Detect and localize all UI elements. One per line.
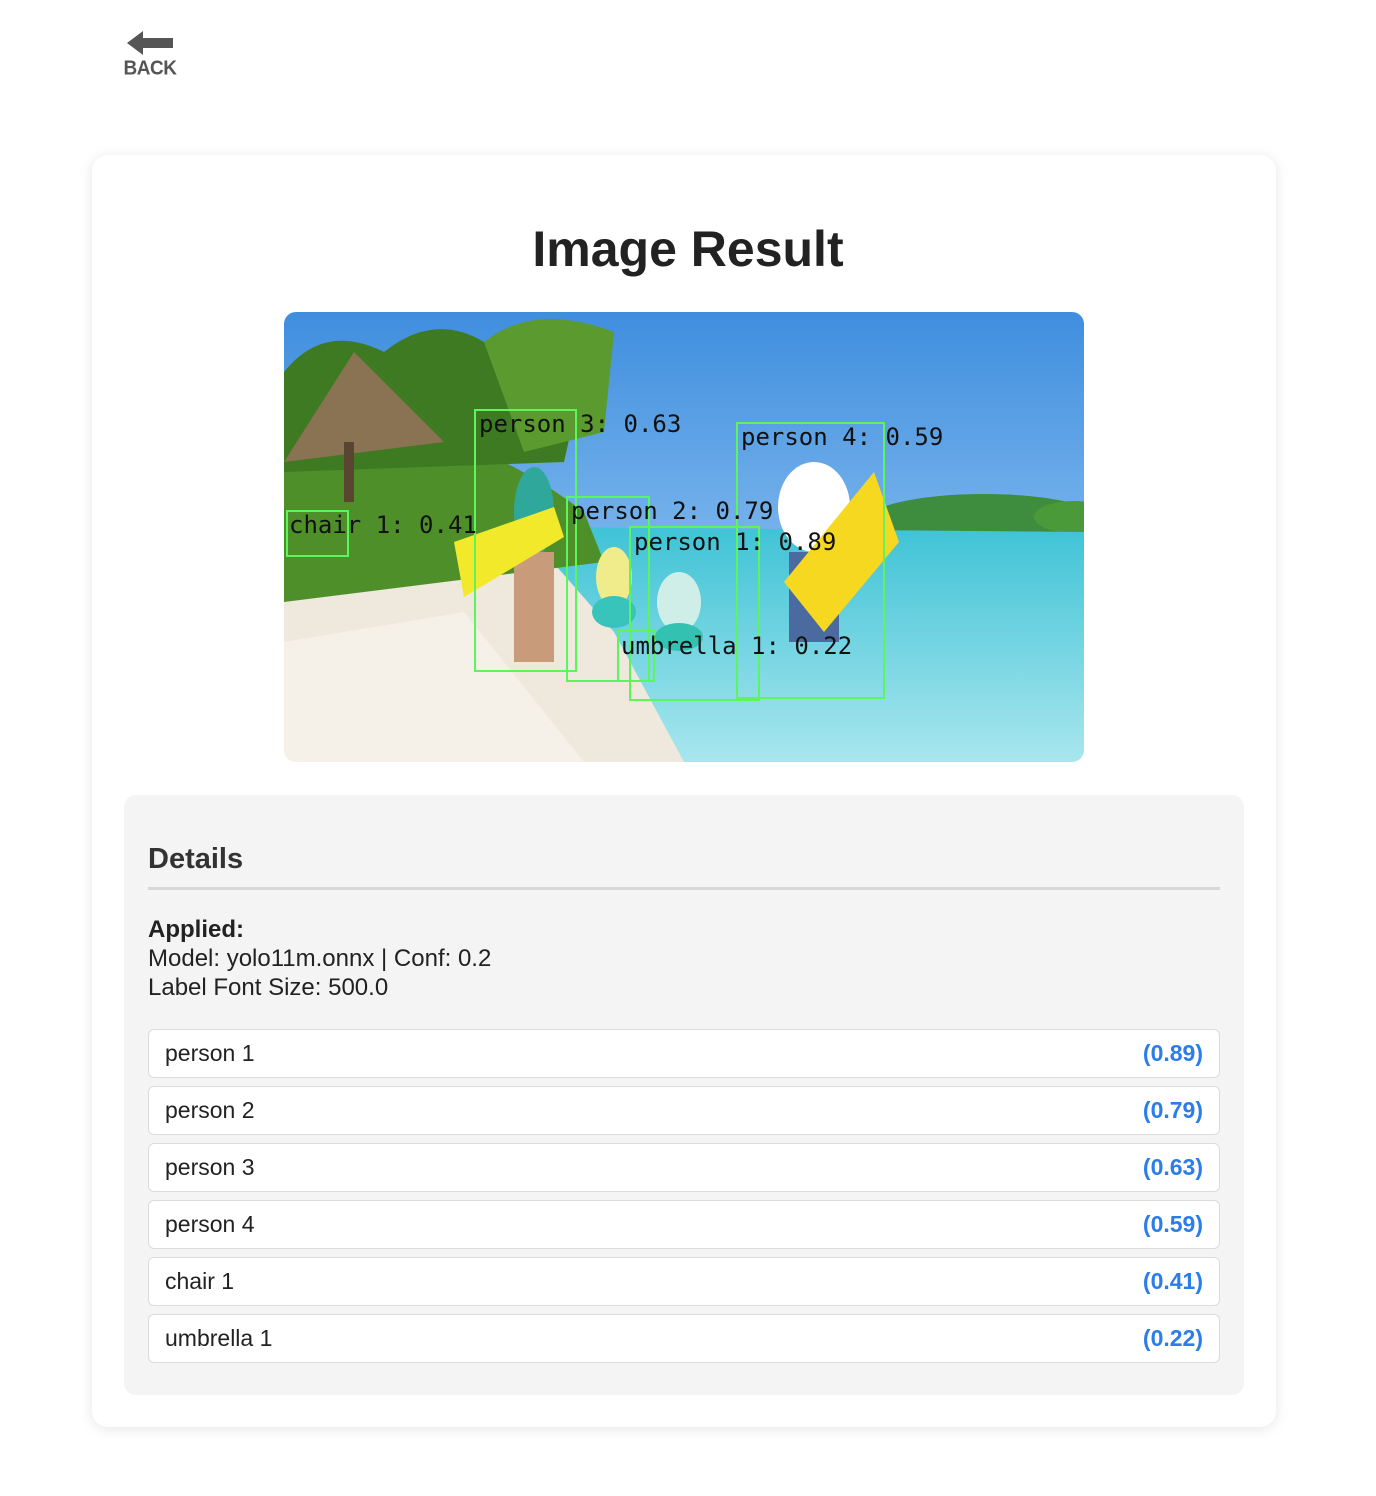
detection-confidence: (0.63)	[1142, 1154, 1203, 1180]
detection-name: person 3	[165, 1154, 255, 1180]
details-title: Details	[148, 843, 244, 875]
detection-confidence: (0.59)	[1142, 1211, 1203, 1237]
detection-confidence: (0.79)	[1142, 1097, 1203, 1123]
back-arrow-icon	[127, 31, 173, 55]
detection-confidence: (0.89)	[1142, 1040, 1203, 1066]
detection-row: person 3 (0.63)	[148, 1143, 1220, 1192]
back-button[interactable]: BACK	[122, 30, 178, 82]
applied-settings: Applied: Model: yolo11m.onnx | Conf: 0.2…	[148, 915, 491, 1002]
detection-row: person 4 (0.59)	[148, 1200, 1220, 1249]
detection-name: person 1	[165, 1040, 255, 1066]
detection-name: person 2	[165, 1097, 255, 1123]
detection-row: person 1 (0.89)	[148, 1029, 1220, 1078]
detection-row: person 2 (0.79)	[148, 1086, 1220, 1135]
detection-name: umbrella 1	[165, 1325, 273, 1351]
annotation-label: person 3: 0.63	[479, 410, 681, 438]
detection-row: umbrella 1 (0.22)	[148, 1314, 1220, 1363]
detection-name: chair 1	[165, 1268, 235, 1294]
label-font-size-line: Label Font Size: 500.0	[148, 974, 389, 1001]
annotation-label: person 4: 0.59	[741, 423, 943, 451]
annotation-label: person 1: 0.89	[634, 528, 836, 556]
annotation-label: chair 1: 0.41	[289, 511, 477, 539]
detection-name: person 4	[165, 1211, 255, 1237]
detection-confidence: (0.41)	[1142, 1268, 1203, 1294]
details-panel: Details Applied: Model: yolo11m.onnx | C…	[124, 795, 1244, 1395]
detection-list: person 1 (0.89) person 2 (0.79) person 3…	[148, 1029, 1220, 1371]
detection-row: chair 1 (0.41)	[148, 1257, 1220, 1306]
annotation-label: umbrella 1: 0.22	[621, 632, 852, 660]
page-title: Image Result	[532, 221, 844, 277]
model-conf-line: Model: yolo11m.onnx | Conf: 0.2	[148, 945, 492, 972]
annotation-label: person 2: 0.79	[571, 497, 773, 525]
detection-confidence: (0.22)	[1142, 1325, 1203, 1351]
result-image: person 3: 0.63 person 4: 0.59 person 2: …	[284, 312, 1084, 762]
details-divider	[148, 887, 1220, 890]
back-label: BACK	[123, 57, 177, 80]
applied-label: Applied:	[148, 916, 244, 943]
